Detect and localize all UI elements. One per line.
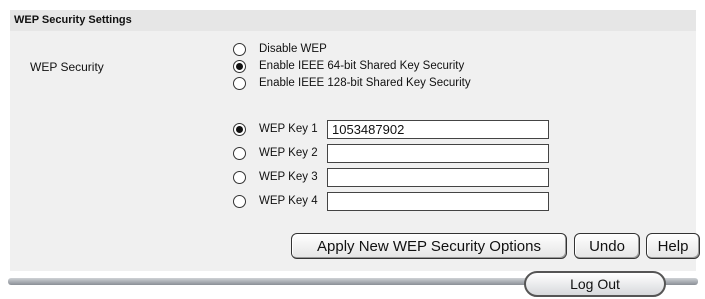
wep-key-2-label: WEP Key 2 (259, 147, 318, 159)
radio-128bit[interactable] (233, 76, 246, 90)
section-title: WEP Security Settings (14, 14, 132, 26)
wep-key-row-4: WEP Key 4 (233, 191, 549, 211)
wep-key-1-label: WEP Key 1 (259, 123, 318, 135)
wep-key-3-radio[interactable] (233, 170, 246, 184)
wep-option-disable[interactable]: Disable WEP (233, 41, 327, 57)
wep-key-4-label: WEP Key 4 (259, 195, 318, 207)
wep-key-3-input[interactable] (327, 167, 549, 187)
radio-label-128bit: Enable IEEE 128-bit Shared Key Security (259, 77, 471, 89)
wep-key-4-input[interactable] (327, 191, 549, 211)
undo-button[interactable]: Undo (574, 233, 640, 259)
wep-key-row-3: WEP Key 3 (233, 167, 549, 187)
apply-wep-button[interactable]: Apply New WEP Security Options (291, 233, 567, 259)
wep-key-2-input[interactable] (327, 143, 549, 163)
radio-disable-wep[interactable] (233, 42, 246, 56)
wep-key-row-1: WEP Key 1 (233, 119, 549, 139)
wep-option-128bit[interactable]: Enable IEEE 128-bit Shared Key Security (233, 75, 471, 91)
wep-key-4-radio[interactable] (233, 194, 246, 208)
radio-64bit[interactable] (233, 59, 246, 73)
logout-button[interactable]: Log Out (524, 271, 666, 297)
wep-security-label: WEP Security (30, 60, 104, 74)
radio-label-disable-wep: Disable WEP (259, 43, 327, 55)
wep-key-row-2: WEP Key 2 (233, 143, 549, 163)
help-button[interactable]: Help (646, 233, 700, 259)
wep-key-1-radio[interactable] (233, 122, 246, 136)
wep-option-64bit[interactable]: Enable IEEE 64-bit Shared Key Security (233, 58, 464, 74)
radio-label-64bit: Enable IEEE 64-bit Shared Key Security (259, 60, 465, 72)
wep-key-3-label: WEP Key 3 (259, 171, 318, 183)
wep-key-1-input[interactable] (327, 119, 549, 139)
section-header: WEP Security Settings (10, 10, 696, 31)
wep-key-2-radio[interactable] (233, 146, 246, 160)
